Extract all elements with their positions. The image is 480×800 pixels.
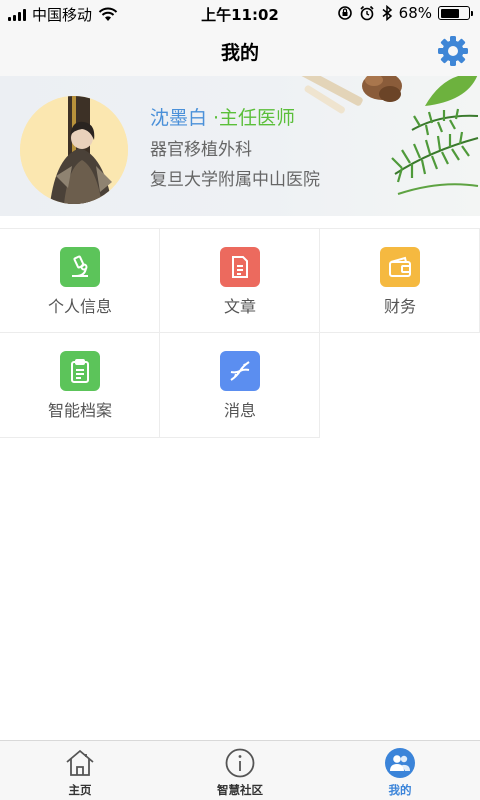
tab-home[interactable]: 主页	[0, 741, 160, 800]
menu-item-personal-info[interactable]: 个人信息	[0, 228, 160, 333]
bluetooth-icon	[382, 5, 392, 21]
battery-percent: 68%	[398, 4, 432, 22]
menu-item-messages[interactable]: 消息	[160, 333, 320, 438]
document-icon	[220, 247, 260, 287]
rotation-lock-icon	[337, 6, 352, 20]
menu-label: 文章	[223, 297, 256, 316]
menu-label: 个人信息	[47, 297, 112, 316]
status-bar: 中国移动 上午11:02 68%	[0, 0, 480, 26]
profile-banner[interactable]: 沈墨白 ·主任医师 器官移植外科 复旦大学附属中山医院	[0, 76, 480, 216]
avatar[interactable]	[20, 96, 128, 204]
battery-icon	[438, 6, 473, 20]
tab-mine[interactable]: 我的	[320, 741, 480, 800]
menu-label: 财务	[383, 297, 416, 316]
tab-label: 主页	[68, 783, 92, 797]
doctor-title: ·主任医师	[213, 107, 296, 129]
alarm-icon	[360, 5, 374, 21]
menu-label: 智能档案	[47, 401, 112, 420]
info-icon	[225, 748, 255, 778]
menu-item-smart-records[interactable]: 智能档案	[0, 333, 160, 438]
tab-label: 我的	[388, 783, 412, 797]
tab-bar: 主页 智慧社区 我的	[0, 740, 480, 800]
menu-item-finance[interactable]: 财务	[320, 228, 480, 333]
gear-icon[interactable]	[436, 34, 470, 68]
status-right: 68%	[337, 4, 473, 22]
page-title: 我的	[220, 42, 259, 64]
home-icon	[66, 749, 94, 776]
clipboard-icon	[60, 351, 100, 391]
menu-item-articles[interactable]: 文章	[160, 228, 320, 333]
menu-label: 消息	[223, 401, 256, 420]
tab-smart-community[interactable]: 智慧社区	[160, 741, 320, 800]
wallet-icon	[380, 247, 420, 287]
microscope-icon	[60, 247, 100, 287]
doctor-name: 沈墨白	[150, 107, 208, 129]
users-icon	[385, 748, 415, 778]
tab-label: 智慧社区	[217, 783, 263, 797]
avatar-portrait	[20, 96, 128, 204]
nav-bar: 我的	[0, 26, 480, 76]
department-label: 器官移植外科	[150, 140, 252, 160]
hospital-label: 复旦大学附属中山医院	[150, 170, 320, 190]
profile-name-line: 沈墨白 ·主任医师	[150, 103, 295, 130]
battery-fill	[440, 8, 459, 18]
dna-icon	[220, 351, 260, 391]
